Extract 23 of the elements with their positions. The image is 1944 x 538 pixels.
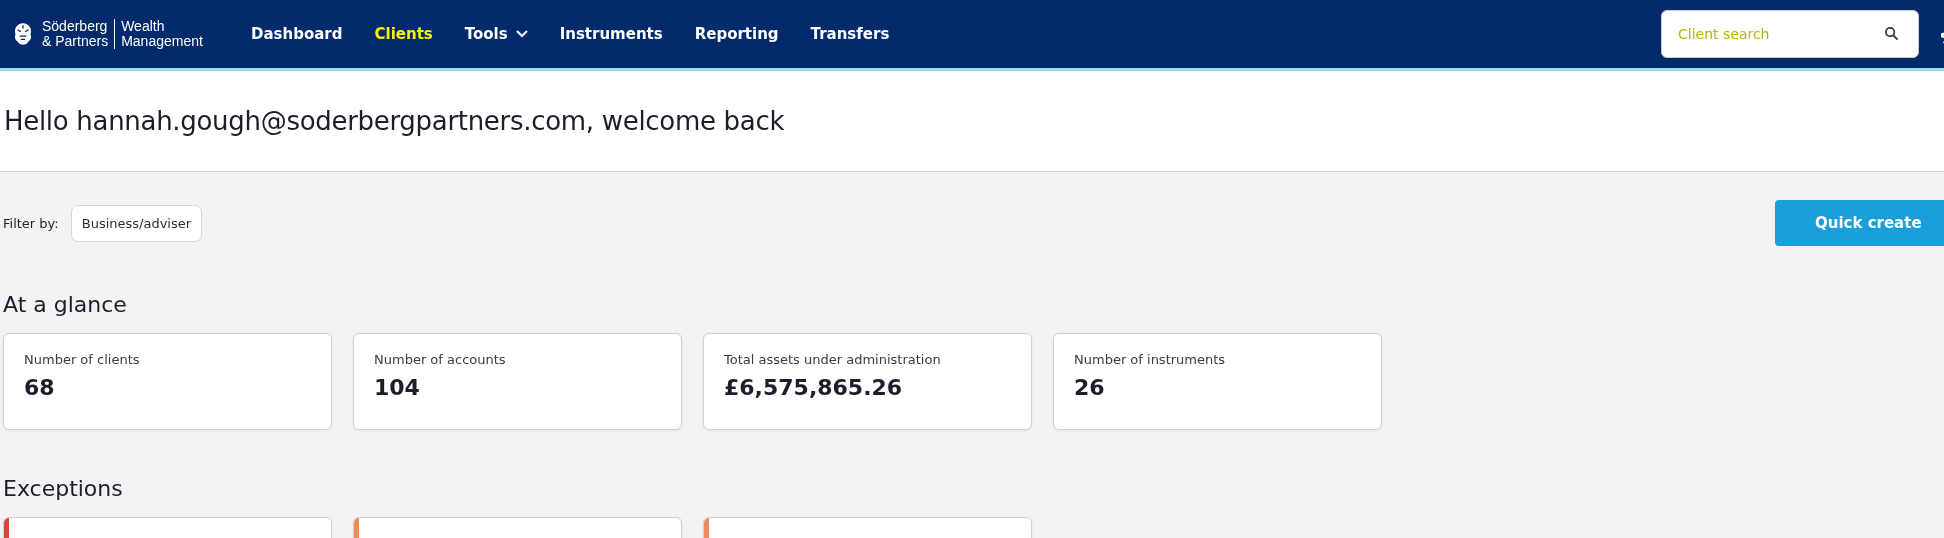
nav-link[interactable]: Clients <box>358 25 449 43</box>
nav-link[interactable]: Tools <box>448 25 544 43</box>
search-icon[interactable] <box>1884 26 1899 41</box>
product-name: Wealth Management <box>121 19 203 49</box>
stat-label: Total assets under administration <box>724 352 942 367</box>
stat-value: 104 <box>374 375 421 400</box>
nav-link[interactable]: Transfers <box>794 25 906 43</box>
nav-link[interactable]: Instruments <box>543 25 679 43</box>
stat-value: 26 <box>1074 375 1106 400</box>
section-heading: At a glance <box>3 292 128 317</box>
filter-label: Filter by: <box>3 215 59 231</box>
search-field[interactable]: Client search <box>1661 10 1919 58</box>
stat-label: Number of accounts <box>374 352 507 367</box>
brand-name: Söderberg & Partners <box>42 19 109 49</box>
stat-label: Number of clients <box>24 352 141 367</box>
nav-link[interactable]: Reporting <box>678 25 795 43</box>
stat-value: £6,575,865.26 <box>724 375 904 400</box>
filter-button[interactable]: Business/adviser <box>70 204 203 242</box>
stat-label: Number of instruments <box>1074 352 1227 367</box>
greeting-heading: Hello hannah.gough@soderbergpartners.com, welcome back <box>4 106 785 136</box>
section-heading: Exceptions <box>3 476 124 501</box>
nav-link[interactable]: Dashboard <box>235 25 359 43</box>
stat-value: 68 <box>24 375 56 400</box>
